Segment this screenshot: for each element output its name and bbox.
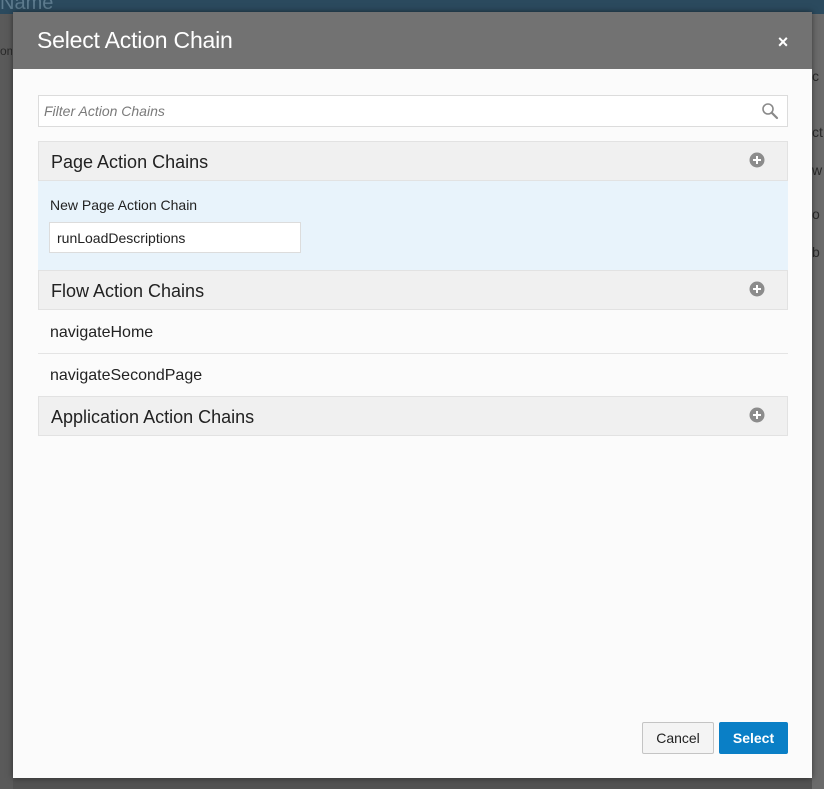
section-application-action-chains[interactable]: Application Action Chains bbox=[38, 396, 788, 436]
close-icon[interactable]: × bbox=[771, 30, 795, 54]
section-page-action-chains[interactable]: Page Action Chains bbox=[38, 141, 788, 181]
dialog-header: Select Action Chain × bbox=[13, 12, 812, 69]
background-left-text: om bbox=[0, 44, 12, 58]
select-action-chain-dialog: Select Action Chain × Page Action Chains… bbox=[13, 12, 812, 778]
list-item-label: navigateSecondPage bbox=[50, 367, 203, 384]
dialog-title: Select Action Chain bbox=[37, 27, 233, 53]
background-right-text: o bbox=[812, 206, 820, 222]
select-button[interactable]: Select bbox=[719, 722, 788, 754]
add-page-action-chain-icon[interactable] bbox=[749, 152, 765, 168]
background-right-text: c bbox=[812, 68, 819, 84]
search-icon[interactable] bbox=[761, 102, 779, 120]
new-chain-name-input[interactable] bbox=[49, 222, 301, 253]
section-title: Application Action Chains bbox=[51, 407, 255, 427]
section-flow-action-chains[interactable]: Flow Action Chains bbox=[38, 270, 788, 310]
section-title: Flow Action Chains bbox=[51, 281, 205, 301]
background-right-text: b bbox=[812, 244, 820, 260]
add-application-action-chain-icon[interactable] bbox=[749, 407, 765, 423]
section-title: Page Action Chains bbox=[51, 152, 209, 172]
filter-input[interactable] bbox=[39, 96, 749, 126]
new-chain-label: New Page Action Chain bbox=[50, 197, 198, 213]
list-item[interactable]: navigateHome bbox=[38, 311, 788, 354]
new-page-action-chain-panel: New Page Action Chain bbox=[38, 181, 788, 270]
cancel-button[interactable]: Cancel bbox=[642, 722, 714, 754]
background-right-text: w bbox=[812, 162, 823, 178]
filter-field bbox=[38, 95, 788, 127]
list-item-label: navigateHome bbox=[50, 324, 154, 341]
background-right-text: ct bbox=[812, 124, 823, 140]
background-left-panel: om bbox=[0, 14, 13, 789]
list-item[interactable]: navigateSecondPage bbox=[38, 354, 788, 397]
add-flow-action-chain-icon[interactable] bbox=[749, 281, 765, 297]
